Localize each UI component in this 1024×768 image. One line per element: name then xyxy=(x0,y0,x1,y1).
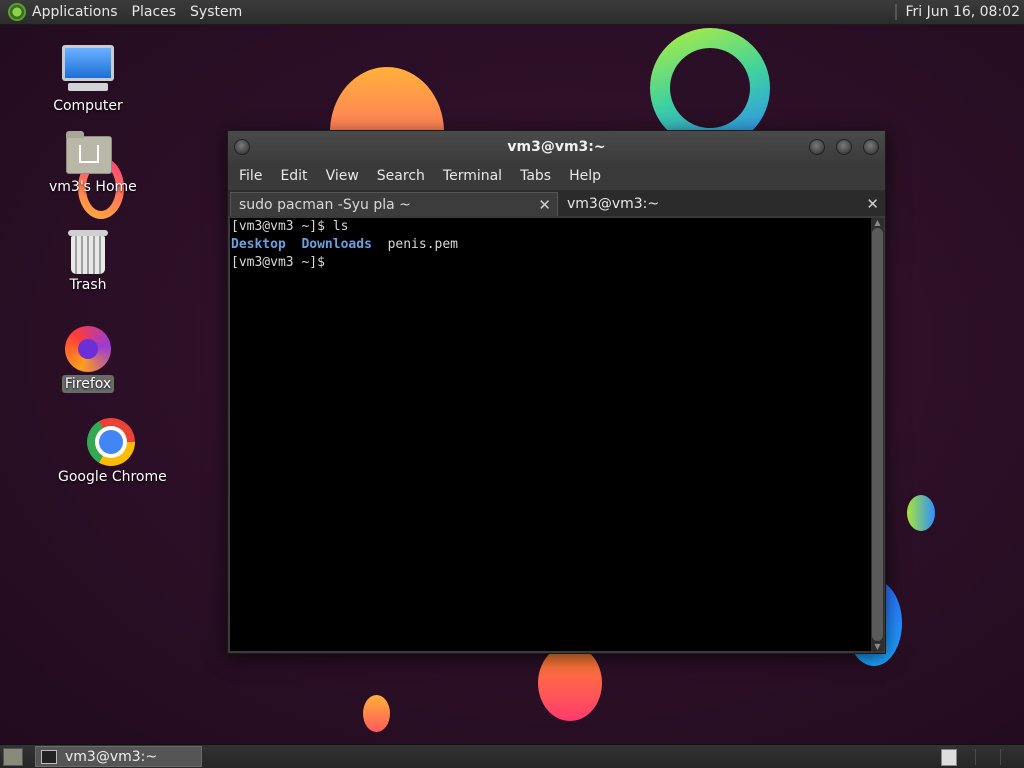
show-desktop-icon[interactable] xyxy=(3,748,23,766)
window-controls xyxy=(809,139,879,155)
workspace-switcher-1[interactable] xyxy=(941,749,957,766)
terminal-prompt: [vm3@vm3 ~]$ xyxy=(231,255,325,270)
menu-applications[interactable]: Applications xyxy=(32,4,118,20)
close-tab-icon[interactable]: ✕ xyxy=(866,195,879,213)
menu-help[interactable]: Help xyxy=(560,168,610,184)
terminal-output[interactable]: [vm3@vm3 ~]$ ls Desktop Downloads penis.… xyxy=(230,218,871,651)
directory-entry: Desktop xyxy=(231,237,286,252)
desktop-icon-computer[interactable]: Computer xyxy=(50,45,126,115)
menu-terminal[interactable]: Terminal xyxy=(434,168,511,184)
window-titlebar[interactable]: vm3@vm3:~ xyxy=(228,131,885,162)
workspace-separator xyxy=(1000,749,1001,765)
desktop-icon-home[interactable]: vm3's Home xyxy=(46,131,137,196)
desktop-icon-chrome[interactable]: Google Chrome xyxy=(55,418,167,486)
bottom-panel: vm3@vm3:~ xyxy=(0,744,1024,768)
desktop-icon-trash[interactable]: Trash xyxy=(50,230,126,294)
menu-tabs[interactable]: Tabs xyxy=(511,168,560,184)
menu-search[interactable]: Search xyxy=(368,168,434,184)
workspace-separator xyxy=(975,749,976,765)
menu-edit[interactable]: Edit xyxy=(271,168,316,184)
mate-logo-icon[interactable] xyxy=(8,3,26,21)
file-entry: penis.pem xyxy=(387,237,459,252)
desktop-icon-label: vm3's Home xyxy=(49,179,137,195)
desktop-icon-label: Firefox xyxy=(61,375,115,393)
window-menu-button[interactable] xyxy=(234,139,250,155)
tab-pacman[interactable]: sudo pacman -Syu pla ~ ✕ xyxy=(230,192,558,216)
maximize-button[interactable] xyxy=(836,139,852,155)
taskbar-label: vm3@vm3:~ xyxy=(65,748,158,765)
directory-entry: Downloads xyxy=(301,237,372,252)
scrollbar-thumb[interactable] xyxy=(872,228,883,641)
menu-system[interactable]: System xyxy=(190,4,242,20)
menu-file[interactable]: File xyxy=(230,168,271,184)
terminal-icon xyxy=(41,749,57,764)
window-title: vm3@vm3:~ xyxy=(507,138,606,155)
computer-icon xyxy=(62,45,114,81)
tab-label: vm3@vm3:~ xyxy=(567,196,660,212)
terminal-menubar: File Edit View Search Terminal Tabs Help xyxy=(228,162,885,190)
terminal-window[interactable]: vm3@vm3:~ File Edit View Search Terminal… xyxy=(227,130,886,654)
terminal-line: Desktop Downloads penis.pem xyxy=(231,236,871,254)
chrome-icon xyxy=(87,418,135,466)
close-tab-icon[interactable]: ✕ xyxy=(538,196,551,214)
menu-view[interactable]: View xyxy=(317,168,368,184)
wallpaper-shape xyxy=(907,495,935,531)
wallpaper-shape xyxy=(363,695,390,732)
firefox-icon xyxy=(65,326,111,372)
taskbar-button-terminal[interactable]: vm3@vm3:~ xyxy=(35,746,202,767)
menu-places[interactable]: Places xyxy=(132,4,177,20)
wallpaper-shape xyxy=(538,645,602,721)
terminal-line: [vm3@vm3 ~]$ ls xyxy=(231,219,349,234)
minimize-button[interactable] xyxy=(809,139,825,155)
trash-icon xyxy=(68,230,108,274)
close-button[interactable] xyxy=(863,139,879,155)
desktop-icon-firefox[interactable]: Firefox xyxy=(50,326,126,393)
tab-bar: sudo pacman -Syu pla ~ ✕ vm3@vm3:~ ✕ xyxy=(228,190,885,216)
clock[interactable]: Fri Jun 16, 08:02 xyxy=(905,4,1020,20)
desktop-icon-label: Google Chrome xyxy=(58,469,167,485)
scroll-down-arrow-icon[interactable]: ▼ xyxy=(871,642,884,651)
desktop-icon-label: Computer xyxy=(53,98,123,114)
scroll-up-arrow-icon[interactable]: ▲ xyxy=(871,218,884,227)
clock-area: Fri Jun 16, 08:02 xyxy=(895,0,1024,25)
tab-shell[interactable]: vm3@vm3:~ ✕ xyxy=(559,192,885,216)
top-panel: Applications Places System Fri Jun 16, 0… xyxy=(0,0,1024,25)
home-folder-icon xyxy=(66,131,112,174)
desktop-icon-label: Trash xyxy=(69,277,107,293)
panel-separator xyxy=(895,4,898,20)
tab-label: sudo pacman -Syu pla ~ xyxy=(239,196,411,213)
scrollbar[interactable]: ▲ ▼ xyxy=(871,218,884,651)
